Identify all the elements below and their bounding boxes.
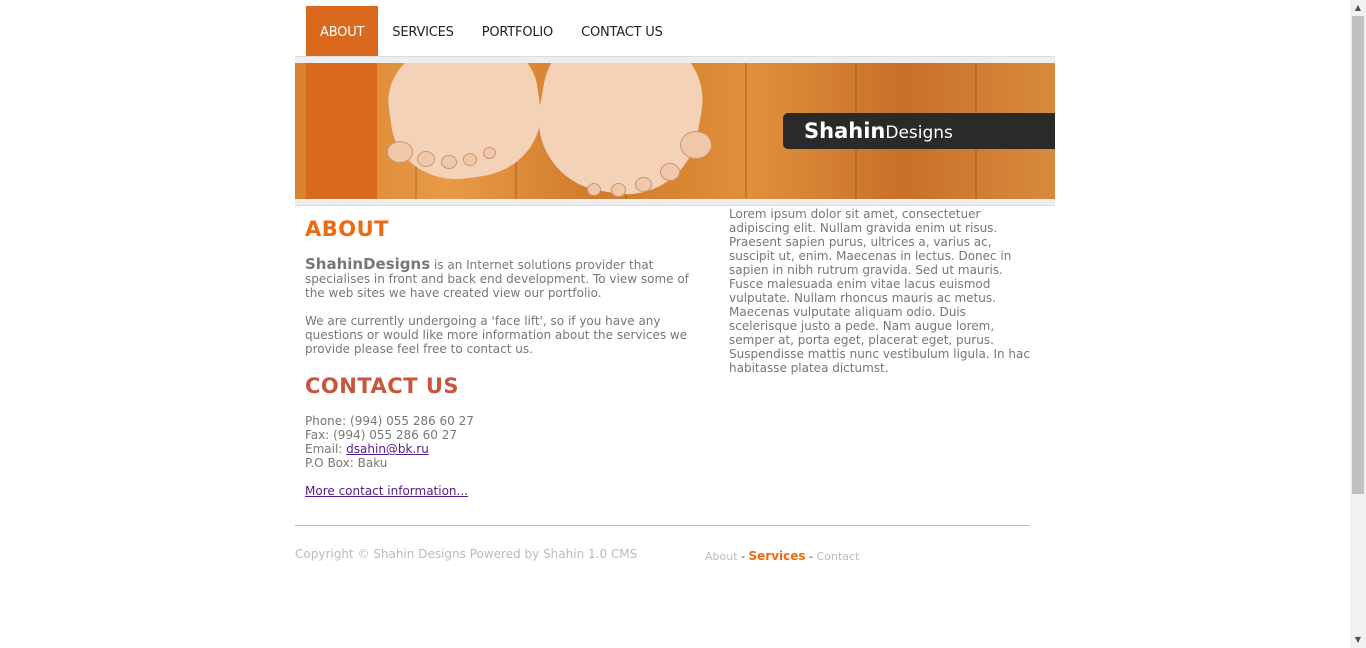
header-banner: ShahinDesigns [295, 63, 1055, 199]
nav-item-portfolio[interactable]: PORTFOLIO [468, 6, 567, 56]
footer-link-about[interactable]: About [705, 550, 738, 563]
footer-divider [295, 525, 1030, 526]
footer-link-services[interactable]: Services [749, 549, 806, 563]
contact-email-row: Email: dsahin@bk.ru [305, 442, 705, 456]
about-intro: ShahinDesigns is an Internet solutions p… [305, 255, 705, 301]
footer-nav: About - Services - Contact [705, 549, 859, 563]
scroll-up-arrow-icon[interactable]: ▲ [1350, 0, 1366, 16]
contact-phone: Phone: (994) 055 286 60 27 [305, 414, 474, 428]
contact-email-label: Email: [305, 442, 347, 456]
main-content: ABOUT ShahinDesigns is an Internet solut… [305, 213, 705, 498]
logo-text-bold: Shahin [804, 119, 886, 143]
left-foot-image [381, 63, 549, 188]
footer-link-contact[interactable]: Contact [817, 550, 860, 563]
page: ABOUT SERVICES PORTFOLIO CONTACT US Shah… [0, 0, 1350, 648]
footer-separator: - [805, 550, 817, 563]
footer-separator: - [737, 550, 749, 563]
logo-text-regular: Designs [885, 123, 953, 143]
scroll-down-arrow-icon[interactable]: ▼ [1350, 632, 1366, 648]
active-nav-column [306, 63, 377, 199]
more-contact-link[interactable]: More contact information... [305, 484, 468, 498]
contact-fax: Fax: (994) 055 286 60 27 [305, 428, 457, 442]
nav-item-about[interactable]: ABOUT [306, 6, 379, 56]
vertical-scrollbar[interactable]: ▲ ▼ [1350, 0, 1366, 648]
site-logo[interactable]: ShahinDesigns [783, 113, 1055, 149]
contact-email-link[interactable]: dsahin@bk.ru [346, 442, 429, 456]
banner-divider [295, 199, 1055, 206]
scrollbar-thumb[interactable] [1352, 16, 1364, 494]
nav-item-contact-us[interactable]: CONTACT US [567, 6, 677, 56]
copyright-text: Copyright © Shahin Designs Powered by Sh… [295, 547, 638, 561]
contact-heading: CONTACT US [305, 374, 460, 398]
about-paragraph-2: We are currently undergoing a 'face lift… [305, 314, 688, 356]
main-nav: ABOUT SERVICES PORTFOLIO CONTACT US [306, 6, 677, 56]
nav-item-services[interactable]: SERVICES [378, 6, 467, 56]
contact-pobox: P.O Box: Baku [305, 456, 388, 470]
right-foot-image [527, 63, 713, 199]
brand-name: ShahinDesigns [305, 255, 431, 273]
sidebar-text: Lorem ipsum dolor sit amet, consectetuer… [729, 207, 1030, 375]
about-heading: ABOUT [305, 217, 389, 241]
